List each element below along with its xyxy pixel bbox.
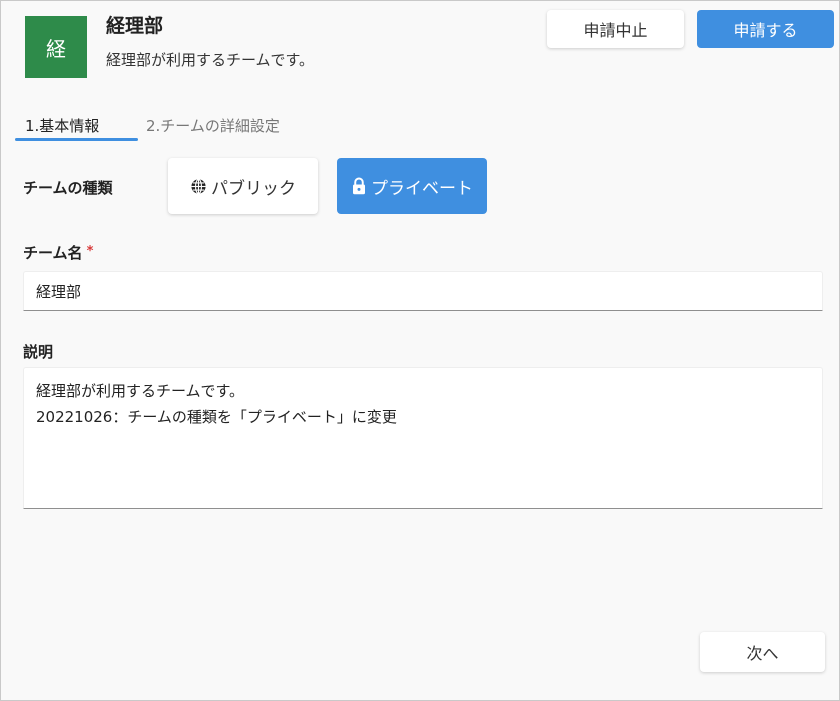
team-type-label: チームの種類: [23, 179, 113, 197]
globe-icon: [191, 178, 206, 194]
description-line: 経理部が利用するチームです。: [36, 382, 245, 400]
cancel-request-button[interactable]: 申請中止: [547, 10, 684, 48]
team-request-dialog: 経 経理部 経理部が利用するチームです。 申請中止 申請する 1.基本情報 2.…: [0, 0, 840, 701]
tab-team-details[interactable]: 2.チームの詳細設定: [146, 115, 280, 136]
active-tab-indicator: [15, 138, 138, 141]
description-line: 20221026：チームの種類を「プライベート」に変更: [36, 408, 397, 426]
team-subtitle: 経理部が利用するチームです。: [106, 51, 315, 69]
next-button[interactable]: 次へ: [700, 632, 825, 672]
public-option-button[interactable]: パブリック: [168, 158, 318, 214]
public-option-label: パブリック: [211, 178, 296, 199]
team-avatar: 経: [25, 16, 87, 78]
team-name-label: チーム名 *: [23, 242, 93, 263]
team-name-input[interactable]: 経理部: [23, 271, 823, 311]
lock-icon: [353, 177, 365, 195]
description-label: 説明: [23, 343, 54, 361]
required-mark: *: [86, 244, 94, 259]
private-option-label: プライベート: [371, 178, 473, 199]
private-option-button[interactable]: プライベート: [337, 158, 487, 214]
submit-request-button[interactable]: 申請する: [697, 10, 834, 48]
team-title: 経理部: [106, 15, 164, 37]
team-name-label-text: チーム名: [23, 244, 83, 262]
avatar-text: 経: [46, 36, 66, 61]
tab-basic-info[interactable]: 1.基本情報: [25, 115, 99, 136]
description-textarea[interactable]: 経理部が利用するチームです。 20221026：チームの種類を「プライベート」に…: [23, 367, 823, 509]
